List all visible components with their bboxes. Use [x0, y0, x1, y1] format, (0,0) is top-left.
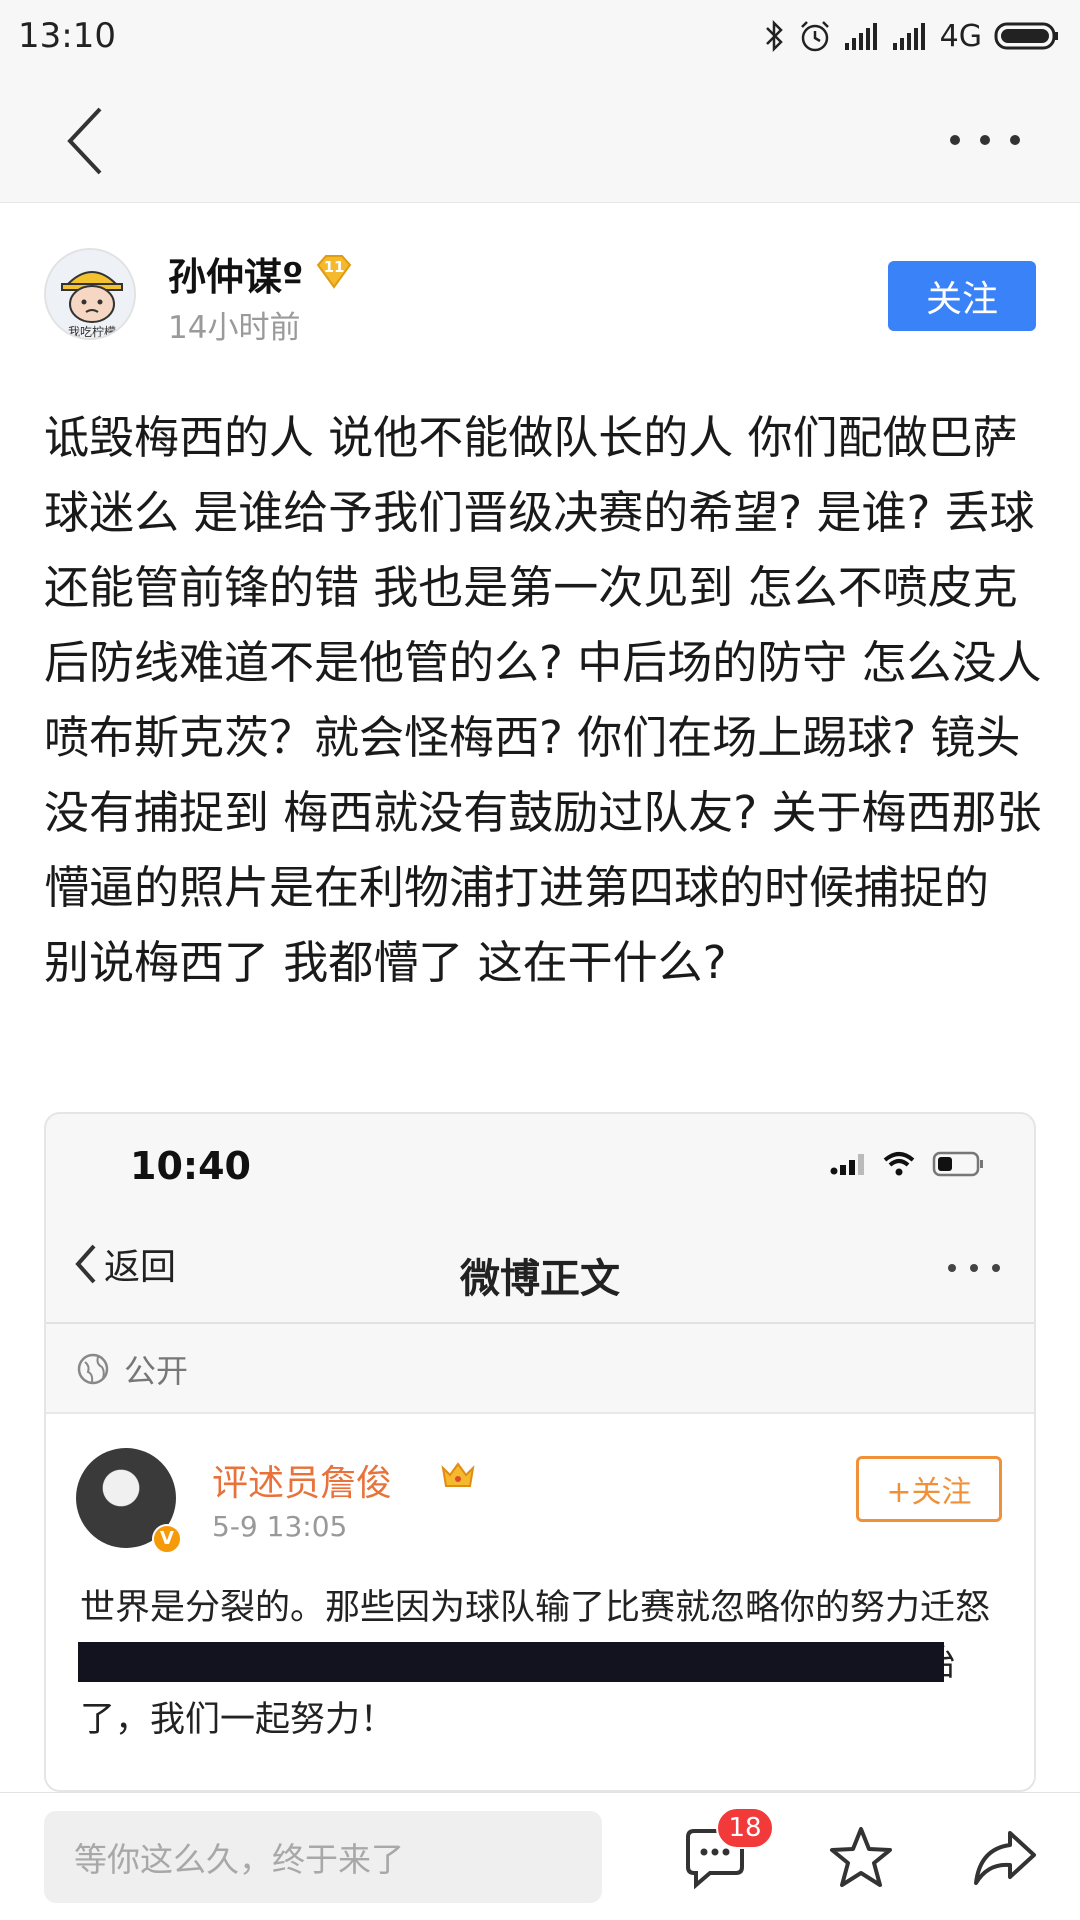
back-arrow-icon[interactable]: [50, 101, 130, 181]
embedded-visibility-row: 公开: [46, 1326, 1034, 1414]
embedded-more-icon[interactable]: [944, 1258, 1004, 1278]
embedded-status-time: 10:40: [130, 1144, 251, 1188]
star-icon[interactable]: [826, 1823, 896, 1893]
battery-icon: [994, 22, 1058, 50]
signal-icon-2: [892, 23, 925, 50]
embedded-post-date: 5-9 13:05: [212, 1510, 348, 1543]
embedded-user-name[interactable]: 评述员詹俊: [212, 1454, 392, 1506]
embedded-follow-button[interactable]: +关注: [856, 1456, 1002, 1522]
nav-bar: [0, 75, 1080, 203]
embedded-wifi-icon: [883, 1152, 915, 1176]
follow-button[interactable]: 关注: [888, 261, 1036, 331]
avatar-caption: 我吃柠檬: [68, 324, 116, 339]
bluetooth-icon: [765, 19, 783, 53]
verified-icon: V: [152, 1524, 182, 1554]
embedded-signal-icon: [830, 1154, 864, 1175]
alarm-icon: [800, 21, 829, 52]
status-time: 13:10: [18, 16, 116, 56]
globe-icon: [77, 1353, 109, 1385]
status-bar: 13:10 4G: [0, 0, 1080, 75]
level-number: 11: [323, 258, 345, 276]
more-icon[interactable]: [940, 115, 1030, 165]
share-icon[interactable]: [970, 1823, 1040, 1893]
embedded-visibility-label: 公开: [124, 1352, 189, 1390]
embedded-post-card: V 评述员詹俊 5-9 13:05 +关注 世界是分裂的。那些因为球队输了比赛就…: [46, 1414, 1034, 1790]
embedded-screenshot[interactable]: 10:40 返回 微博正文 公开 V 评述员詹俊 5-9 13:05 +关注 世…: [44, 1112, 1036, 1792]
embedded-battery-icon: [932, 1151, 983, 1177]
crown-icon: [441, 1462, 475, 1487]
embedded-nav-bar: 返回 微博正文: [46, 1214, 1034, 1324]
signal-icon: [844, 23, 877, 50]
comment-input[interactable]: 等你这么久，终于来了: [44, 1811, 602, 1903]
embedded-image-preview: [78, 1642, 944, 1682]
post-time: 14小时前: [168, 310, 301, 346]
post-text: 诋毁梅西的人 说他不能做队长的人 你们配做巴萨球迷么 是谁给予我们晋级决赛的希望…: [44, 411, 1042, 989]
avatar[interactable]: 我吃柠檬: [44, 248, 136, 340]
avatar-image: 我吃柠檬: [46, 250, 134, 339]
author-name[interactable]: 孙仲谋º: [168, 246, 303, 301]
embedded-status-icons: [830, 1150, 986, 1178]
network-type: 4G: [939, 18, 982, 54]
status-icons: 4G: [764, 16, 1060, 56]
comment-count-badge: 18: [716, 1807, 774, 1849]
embedded-title: 微博正文: [460, 1256, 620, 1302]
bottom-bar: 等你这么久，终于来了 18: [0, 1792, 1080, 1920]
